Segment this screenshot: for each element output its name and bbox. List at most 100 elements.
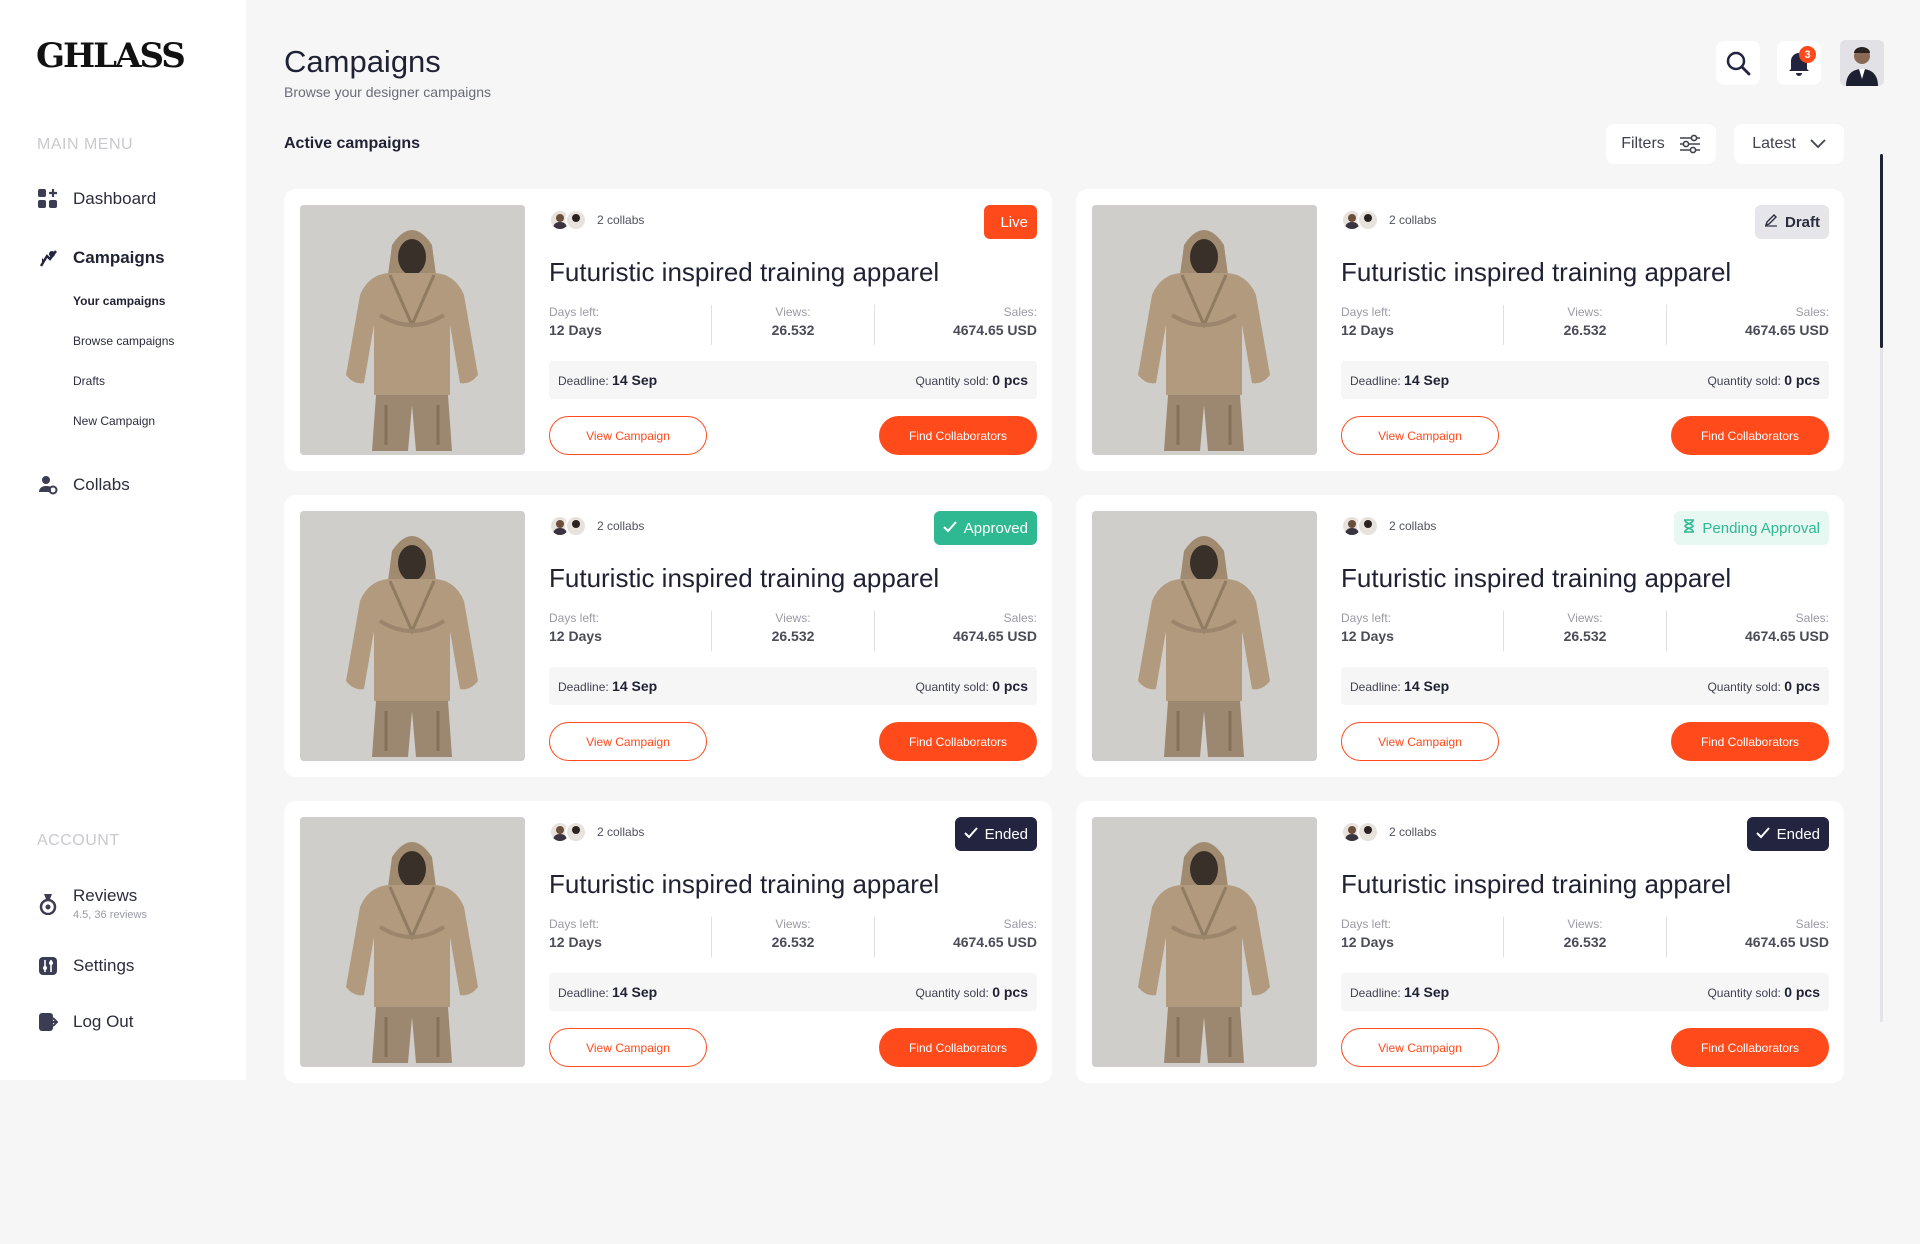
collabs-count: 2 collabs: [597, 519, 645, 533]
collabs-row[interactable]: 2 collabs: [1341, 821, 1436, 843]
settings-icon: [37, 955, 59, 977]
campaign-info-bar: Deadline: 14 Sep Quantity sold: 0 pcs: [1341, 973, 1829, 1011]
stat-sales: Sales: 4674.65 USD: [874, 305, 1037, 345]
view-campaign-button[interactable]: View Campaign: [1341, 1028, 1499, 1067]
find-collaborators-button[interactable]: Find Collaborators: [1671, 1028, 1829, 1067]
find-collaborators-button[interactable]: Find Collaborators: [1671, 416, 1829, 455]
deadline: Deadline: 14 Sep: [558, 372, 658, 388]
campaign-image[interactable]: [1092, 205, 1317, 455]
campaign-card: 2 collabs Ended Futuristic inspired trai…: [1076, 801, 1844, 1083]
stat-views: Views: 26.532: [711, 917, 874, 957]
campaign-grid: 2 collabs Live Futuristic inspired train…: [284, 189, 1846, 1083]
check-icon: [1755, 826, 1770, 843]
notifications-button[interactable]: 3: [1777, 41, 1821, 85]
find-collaborators-button[interactable]: Find Collaborators: [879, 722, 1037, 761]
find-collaborators-button[interactable]: Find Collaborators: [1671, 722, 1829, 761]
status-badge: Ended: [954, 817, 1037, 851]
sidebar-item-label: Reviews: [73, 886, 138, 905]
campaign-card: 2 collabs Live Futuristic inspired train…: [284, 189, 1052, 471]
collabs-count: 2 collabs: [597, 825, 645, 839]
avatar: [565, 515, 587, 537]
collabs-row[interactable]: 2 collabs: [1341, 209, 1436, 231]
sidebar: GHLASS MAIN MENU Dashboard Campaigns You…: [0, 0, 246, 1080]
collabs-count: 2 collabs: [1389, 213, 1437, 227]
sidebar-item-campaigns[interactable]: Campaigns: [37, 247, 165, 269]
sidebar-item-collabs[interactable]: Collabs: [37, 474, 130, 496]
collaborator-avatars: [1341, 515, 1379, 537]
stat-days-left: Days left: 12 Days: [1341, 917, 1394, 950]
avatar: [565, 821, 587, 843]
campaign-image[interactable]: [300, 511, 525, 761]
quantity-sold: Quantity sold: 0 pcs: [1707, 678, 1820, 694]
sort-dropdown[interactable]: Latest: [1734, 124, 1844, 164]
campaign-image[interactable]: [1092, 817, 1317, 1067]
collaborator-avatars: [549, 515, 587, 537]
campaign-title[interactable]: Futuristic inspired training apparel: [1341, 869, 1731, 900]
hourglass-icon: [1683, 519, 1695, 537]
account-label: ACCOUNT: [37, 832, 120, 849]
collabs-row[interactable]: 2 collabs: [549, 209, 644, 231]
sidebar-item-reviews[interactable]: Reviews 4.5, 36 reviews: [37, 886, 147, 921]
view-campaign-button[interactable]: View Campaign: [549, 416, 707, 455]
avatar: [1357, 821, 1379, 843]
sidebar-item-label: Dashboard: [73, 189, 157, 208]
collabs-row[interactable]: 2 collabs: [549, 821, 644, 843]
stat-sales: Sales: 4674.65 USD: [874, 917, 1037, 957]
stat-views: Views: 26.532: [711, 305, 874, 345]
status-label: Pending Approval: [1702, 519, 1820, 537]
deadline: Deadline: 14 Sep: [558, 678, 658, 694]
scroll-thumb[interactable]: [1880, 154, 1883, 348]
check-icon: [943, 520, 957, 537]
quantity-sold: Quantity sold: 0 pcs: [1707, 372, 1820, 388]
campaign-card: 2 collabs Pending Approval Futuristic in…: [1076, 495, 1844, 777]
sidebar-item-settings[interactable]: Settings: [37, 955, 134, 977]
campaign-title[interactable]: Futuristic inspired training apparel: [549, 257, 939, 288]
sidebar-subitem-new-campaign[interactable]: New Campaign: [73, 414, 155, 428]
deadline: Deadline: 14 Sep: [1350, 984, 1450, 1000]
sort-label: Latest: [1752, 135, 1796, 152]
find-collaborators-button[interactable]: Find Collaborators: [879, 416, 1037, 455]
find-collaborators-button[interactable]: Find Collaborators: [879, 1028, 1037, 1067]
status-label: Live: [1000, 213, 1028, 231]
collabs-count: 2 collabs: [1389, 825, 1437, 839]
collaborator-avatars: [549, 821, 587, 843]
campaign-image[interactable]: [300, 205, 525, 455]
campaign-image[interactable]: [1092, 511, 1317, 761]
campaign-title[interactable]: Futuristic inspired training apparel: [549, 869, 939, 900]
search-button[interactable]: [1716, 41, 1760, 85]
reviews-summary: 4.5, 36 reviews: [73, 909, 147, 921]
user-avatar[interactable]: [1840, 40, 1884, 86]
view-campaign-button[interactable]: View Campaign: [1341, 416, 1499, 455]
collabs-row[interactable]: 2 collabs: [549, 515, 644, 537]
sidebar-item-logout[interactable]: Log Out: [37, 1011, 134, 1033]
notification-badge: 3: [1799, 46, 1816, 63]
campaign-title[interactable]: Futuristic inspired training apparel: [549, 563, 939, 594]
campaign-card: 2 collabs Ended Futuristic inspired trai…: [284, 801, 1052, 1083]
campaign-stats: Days left: 12 Days Views: 26.532 Sales: …: [549, 305, 1037, 345]
campaign-image[interactable]: [300, 817, 525, 1067]
sidebar-subitem-browse-campaigns[interactable]: Browse campaigns: [73, 334, 174, 348]
campaign-stats: Days left: 12 Days Views: 26.532 Sales: …: [1341, 611, 1829, 651]
collabs-row[interactable]: 2 collabs: [1341, 515, 1436, 537]
avatar: [565, 209, 587, 231]
filters-button[interactable]: Filters: [1606, 124, 1716, 164]
view-campaign-button[interactable]: View Campaign: [549, 1028, 707, 1067]
campaign-stats: Days left: 12 Days Views: 26.532 Sales: …: [549, 611, 1037, 651]
logo[interactable]: GHLASS: [36, 36, 186, 76]
section-title: Active campaigns: [284, 135, 421, 152]
sidebar-item-dashboard[interactable]: Dashboard: [37, 188, 156, 210]
sidebar-subitem-drafts[interactable]: Drafts: [73, 374, 105, 388]
stat-views: Views: 26.532: [711, 611, 874, 651]
sidebar-subitem-your-campaigns[interactable]: Your campaigns: [73, 294, 165, 308]
stat-days-left: Days left: 12 Days: [1341, 305, 1394, 338]
sidebar-item-label: Settings: [73, 956, 135, 975]
campaign-title[interactable]: Futuristic inspired training apparel: [1341, 563, 1731, 594]
scrollbar[interactable]: [1880, 154, 1883, 1022]
stat-sales: Sales: 4674.65 USD: [874, 611, 1037, 651]
campaign-stats: Days left: 12 Days Views: 26.532 Sales: …: [1341, 305, 1829, 345]
campaign-title[interactable]: Futuristic inspired training apparel: [1341, 257, 1731, 288]
view-campaign-button[interactable]: View Campaign: [1341, 722, 1499, 761]
view-campaign-button[interactable]: View Campaign: [549, 722, 707, 761]
campaigns-icon: [37, 247, 59, 269]
campaign-stats: Days left: 12 Days Views: 26.532 Sales: …: [549, 917, 1037, 957]
